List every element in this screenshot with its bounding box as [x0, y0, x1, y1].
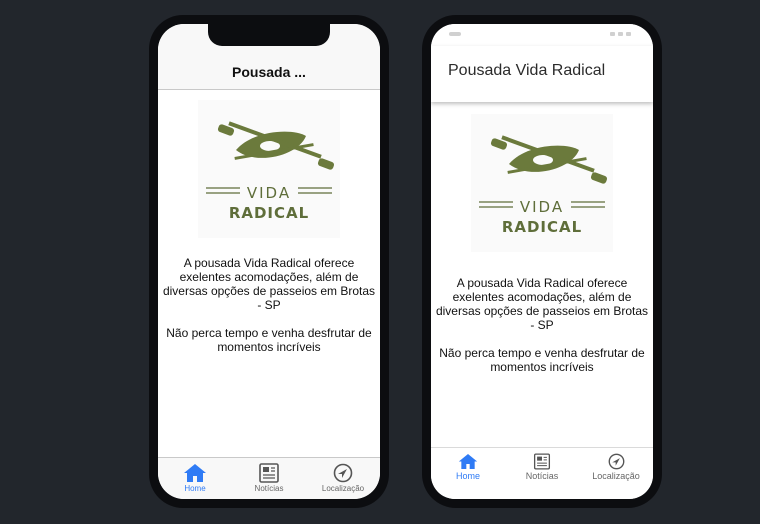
- home-icon: [184, 464, 206, 482]
- tab-noticias-label: Notícias: [525, 471, 559, 481]
- intro-paragraph: A pousada Vida Radical oferece exelentes…: [435, 276, 649, 332]
- tab-noticias-label: Notícias: [254, 484, 284, 493]
- vida-radical-logo: VIDA RADICAL: [471, 114, 613, 252]
- android-bottom-navigation: Home Notícias Localização: [431, 447, 653, 499]
- ios-screen: Pousada ... VIDA RADICAL A pousada Vida …: [158, 24, 380, 499]
- cta-paragraph: Não perca tempo e venha desfrutar de mom…: [166, 326, 372, 354]
- tab-localizacao[interactable]: Localização: [306, 458, 380, 499]
- status-indicator: [449, 32, 461, 36]
- status-bar: [431, 24, 653, 46]
- intro-paragraph: A pousada Vida Radical oferece exelentes…: [162, 256, 376, 312]
- tab-home-label: Home: [455, 471, 480, 481]
- status-icons: [610, 32, 631, 36]
- tab-home-label: Home: [184, 484, 206, 493]
- vida-radical-logo: VIDA RADICAL: [198, 100, 340, 238]
- page-title: Pousada ...: [232, 64, 306, 80]
- tab-noticias[interactable]: Notícias: [232, 458, 306, 499]
- logo-text-radical: RADICAL: [501, 218, 583, 236]
- android-app-bar: Pousada Vida Radical: [431, 46, 653, 102]
- tab-home[interactable]: Home: [431, 448, 505, 493]
- ios-device-frame: Pousada ... VIDA RADICAL A pousada Vida …: [149, 15, 389, 508]
- tab-home[interactable]: Home: [158, 458, 232, 499]
- newspaper-icon: [259, 463, 279, 483]
- ios-tab-bar: Home Notícias Localização: [158, 457, 380, 499]
- main-content: VIDA RADICAL A pousada Vida Radical ofer…: [158, 100, 380, 354]
- page-title: Pousada Vida Radical: [448, 62, 606, 79]
- logo-text-vida: VIDA: [246, 184, 292, 202]
- android-device-frame: Pousada Vida Radical VIDA RADICAL A pous…: [422, 15, 662, 508]
- android-screen: Pousada Vida Radical VIDA RADICAL A pous…: [431, 24, 653, 499]
- cta-paragraph: Não perca tempo e venha desfrutar de mom…: [439, 346, 645, 374]
- main-content: VIDA RADICAL A pousada Vida Radical ofer…: [431, 114, 653, 374]
- navigation-icon: [608, 453, 624, 470]
- tab-noticias[interactable]: Notícias: [505, 448, 579, 493]
- device-notch: [208, 24, 330, 46]
- tab-localizacao-label: Localização: [592, 471, 640, 481]
- tab-localizacao[interactable]: Localização: [579, 448, 653, 493]
- home-icon: [458, 454, 478, 469]
- navigation-icon: [333, 463, 353, 483]
- logo-text-vida: VIDA: [519, 198, 565, 216]
- logo-text-radical: RADICAL: [228, 204, 310, 222]
- tab-localizacao-label: Localização: [321, 484, 365, 493]
- newspaper-icon: [533, 453, 551, 470]
